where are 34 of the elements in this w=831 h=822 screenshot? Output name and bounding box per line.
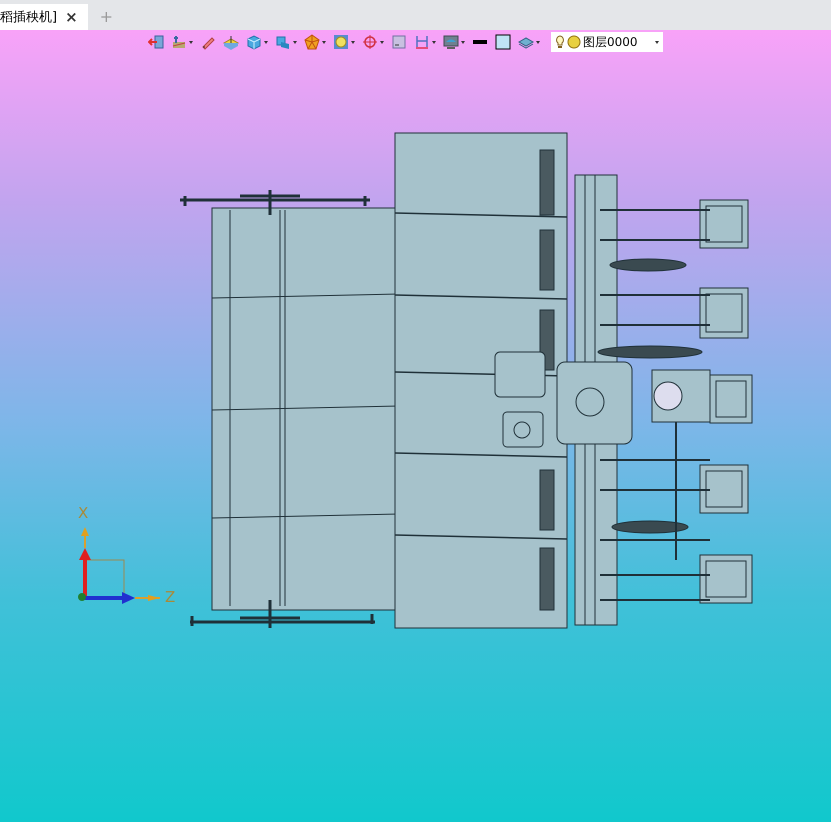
crosshair-icon [362, 34, 378, 50]
plane-icon [223, 34, 239, 50]
dimension-icon [414, 34, 430, 50]
fill-color-icon-button[interactable] [493, 32, 513, 52]
caret-icon [432, 40, 436, 44]
sketch-icon [171, 34, 187, 50]
document-tab[interactable]: 稻插秧机] × [0, 4, 88, 30]
lightbulb-icon [555, 35, 565, 49]
sun-icon [567, 35, 581, 49]
z-axis-label: Z [165, 588, 176, 606]
polygon-icon-button[interactable] [302, 32, 328, 52]
layer-dropdown[interactable]: 图层0000 [551, 32, 663, 52]
caret-icon [536, 40, 540, 44]
caret-icon [293, 40, 297, 44]
caret-icon [461, 40, 465, 44]
fill-color-icon [495, 34, 511, 50]
box-icon [246, 34, 262, 50]
circle-frame-icon [333, 34, 349, 50]
crosshair-icon-button[interactable] [360, 32, 386, 52]
cube-icon [275, 34, 291, 50]
close-tab-button[interactable]: × [65, 8, 78, 26]
caret-icon [351, 40, 355, 44]
circle-frame-icon-button[interactable] [331, 32, 357, 52]
caret-icon [380, 40, 384, 44]
exit-icon [148, 34, 164, 50]
monitor-icon [443, 34, 459, 50]
caret-icon [264, 40, 268, 44]
panel-icon [391, 34, 407, 50]
polygon-icon [304, 34, 320, 50]
x-axis-label: X [78, 504, 88, 522]
caret-icon [655, 40, 659, 44]
caret-icon [189, 40, 193, 44]
axis-triad-icon [78, 527, 160, 604]
caret-icon [322, 40, 326, 44]
